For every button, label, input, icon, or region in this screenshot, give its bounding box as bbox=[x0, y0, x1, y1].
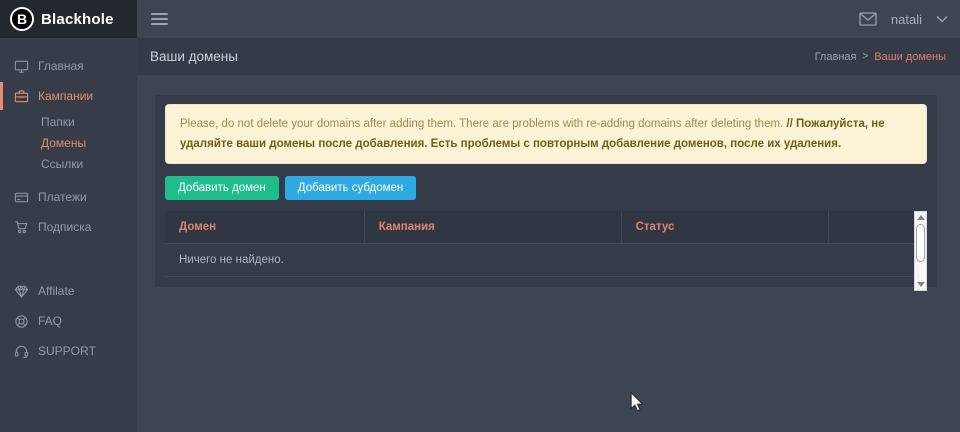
add-subdomain-button[interactable]: Добавить субдомен bbox=[285, 176, 416, 200]
chevron-down-icon[interactable] bbox=[936, 15, 948, 23]
sidebar: Главная Кампании Папки Домены Ссылки Пла… bbox=[0, 38, 137, 432]
sidebar-item-payments[interactable]: Платежи bbox=[0, 183, 137, 211]
domains-table: Домен Кампания Статус Ничего не найдено. bbox=[165, 211, 914, 277]
breadcrumb-separator: > bbox=[862, 51, 868, 62]
life-ring-icon bbox=[13, 314, 29, 329]
sidebar-item-label: Подписка bbox=[38, 220, 91, 234]
hamburger-menu-icon[interactable] bbox=[147, 6, 172, 32]
sidebar-item-label: Платежи bbox=[38, 190, 87, 204]
page-title: Ваши домены bbox=[150, 49, 238, 64]
sidebar-item-campaigns[interactable]: Кампании bbox=[0, 82, 137, 110]
credit-card-icon bbox=[13, 190, 29, 205]
warning-alert: Please, do not delete your domains after… bbox=[165, 104, 927, 164]
mouse-cursor bbox=[630, 392, 644, 412]
briefcase-icon bbox=[13, 89, 29, 104]
sidebar-item-support[interactable]: SUPPORT bbox=[0, 337, 137, 365]
gem-icon bbox=[13, 284, 29, 299]
sidebar-item-label: Affilate bbox=[38, 284, 74, 298]
sidebar-item-faq[interactable]: FAQ bbox=[0, 307, 137, 335]
sidebar-item-domains[interactable]: Домены bbox=[0, 133, 137, 154]
empty-state-text: Ничего не найдено. bbox=[165, 243, 914, 276]
column-header-status[interactable]: Статус bbox=[621, 211, 828, 243]
table-empty-row: Ничего не найдено. bbox=[165, 243, 914, 276]
page-header: Ваши домены Главная > Ваши домены bbox=[137, 38, 960, 75]
cart-icon bbox=[13, 220, 29, 235]
monitor-icon bbox=[13, 59, 29, 74]
sidebar-item-label: FAQ bbox=[38, 314, 62, 328]
sidebar-item-home[interactable]: Главная bbox=[0, 52, 137, 80]
breadcrumb-current: Ваши домены bbox=[874, 51, 946, 63]
top-bar: B Blackhole natali bbox=[0, 0, 960, 38]
sidebar-item-folders[interactable]: Папки bbox=[0, 112, 137, 133]
mail-icon[interactable] bbox=[859, 12, 877, 26]
headset-icon bbox=[13, 344, 29, 359]
sidebar-item-label: Главная bbox=[38, 59, 84, 73]
scrollbar-thumb[interactable] bbox=[916, 224, 925, 262]
sidebar-item-links[interactable]: Ссылки bbox=[0, 154, 137, 175]
sidebar-item-label: Кампании bbox=[38, 89, 93, 103]
sidebar-item-affiliate[interactable]: Affilate bbox=[0, 277, 137, 305]
sidebar-item-label: SUPPORT bbox=[38, 344, 96, 358]
table-header-row: Домен Кампания Статус bbox=[165, 211, 914, 243]
add-domain-button[interactable]: Добавить домен bbox=[165, 176, 279, 200]
scroll-up-arrow-icon[interactable] bbox=[917, 215, 925, 220]
brand-name: Blackhole bbox=[41, 11, 114, 28]
sidebar-item-subscription[interactable]: Подписка bbox=[0, 213, 137, 241]
main-content: Please, do not delete your domains after… bbox=[137, 75, 960, 432]
breadcrumb: Главная > Ваши домены bbox=[815, 51, 946, 63]
brand[interactable]: B Blackhole bbox=[0, 0, 137, 38]
column-header-actions bbox=[829, 211, 914, 243]
scroll-down-arrow-icon[interactable] bbox=[917, 282, 925, 287]
domains-table-zone: Домен Кампания Статус Ничего не найдено. bbox=[165, 211, 927, 291]
column-header-domain[interactable]: Домен bbox=[165, 211, 364, 243]
blackhole-logo-icon: B bbox=[10, 7, 34, 31]
username[interactable]: natali bbox=[891, 12, 922, 27]
column-header-campaign[interactable]: Кампания bbox=[364, 211, 621, 243]
alert-text-en: Please, do not delete your domains after… bbox=[180, 118, 786, 130]
table-scrollbar[interactable] bbox=[914, 211, 927, 291]
breadcrumb-home-link[interactable]: Главная bbox=[815, 51, 857, 63]
domains-panel: Please, do not delete your domains after… bbox=[155, 95, 937, 287]
